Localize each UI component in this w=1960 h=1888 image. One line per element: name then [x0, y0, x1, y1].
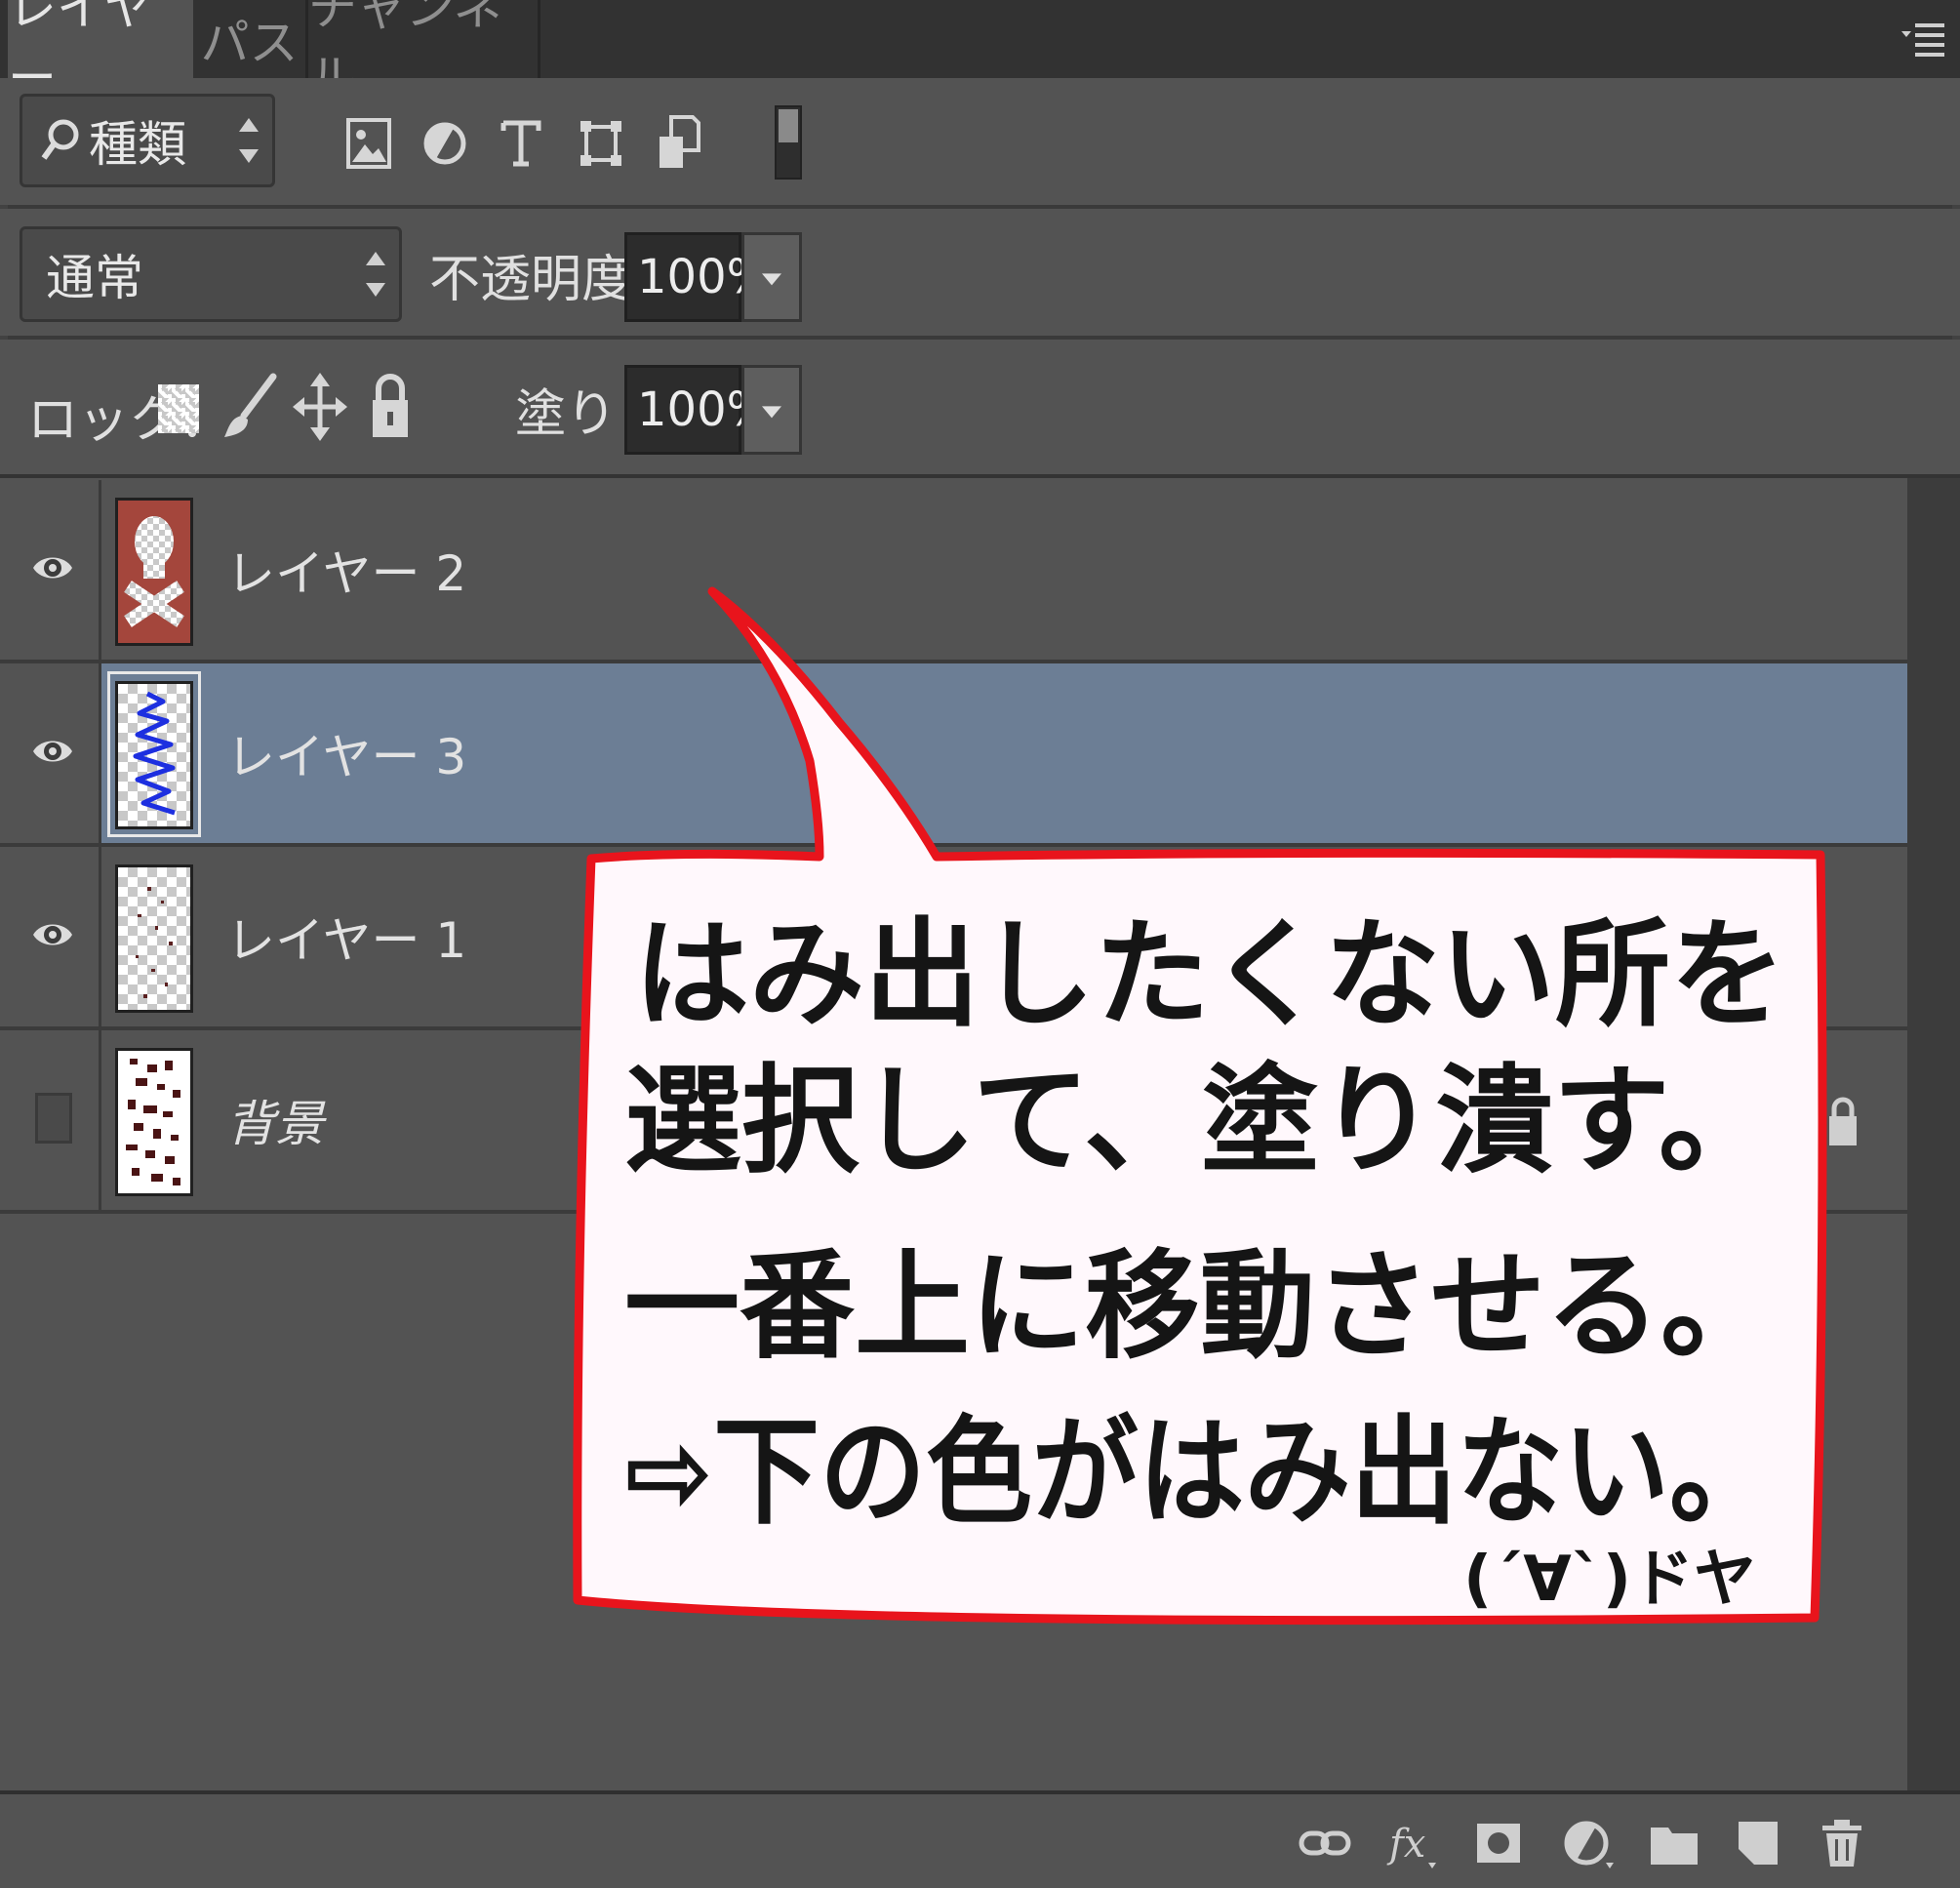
filter-kind-label: 種類	[89, 116, 186, 173]
filter-kind-select[interactable]: 種類	[20, 94, 275, 187]
adjustment-filter-icon[interactable]	[421, 117, 468, 170]
tab-channels[interactable]: チャンネル	[308, 0, 540, 106]
brown-texture-thumbnail-image	[126, 1059, 180, 1185]
panel-tab-bar: レイヤー パス チャンネル	[0, 0, 1960, 106]
layer-thumbnail	[115, 681, 193, 829]
smart-object-filter-icon[interactable]	[656, 113, 702, 172]
fill-input[interactable]: 100%	[624, 365, 771, 455]
type-filter-icon[interactable]	[498, 117, 544, 170]
layer-row-layer-1[interactable]: レイヤー 1	[0, 847, 1907, 1030]
layer-thumbnail	[115, 864, 193, 1013]
lock-all-icon[interactable]	[369, 371, 412, 441]
eye-icon[interactable]	[31, 730, 74, 773]
blend-row: 通常 不透明度： 100%	[0, 209, 1960, 336]
layer-row-layer-2[interactable]: レイヤー 2	[0, 480, 1907, 663]
opacity-dropdown-button[interactable]	[741, 232, 802, 322]
new-group-folder-icon[interactable]	[1647, 1816, 1701, 1870]
tab-layers[interactable]: レイヤー	[8, 0, 193, 106]
search-icon	[41, 119, 79, 160]
lock-position-icon[interactable]	[293, 373, 347, 441]
lock-image-pixels-icon[interactable]	[220, 373, 279, 441]
layer-thumbnail	[115, 1048, 193, 1196]
opacity-input[interactable]: 100%	[624, 232, 771, 322]
fx-layer-style-icon[interactable]: fx	[1385, 1816, 1440, 1870]
select-arrows-icon	[239, 118, 259, 163]
visibility-cell	[0, 847, 101, 1026]
layers-bottom-toolbar: fx	[0, 1790, 1960, 1888]
layer-thumbnail	[115, 498, 193, 646]
trash-delete-icon[interactable]	[1815, 1816, 1869, 1870]
new-layer-icon[interactable]	[1731, 1816, 1785, 1870]
lock-row: ロック： 塗り： 100%	[0, 340, 1960, 474]
select-arrows-icon	[366, 252, 385, 297]
filter-row: 種類	[0, 78, 1960, 205]
filter-toggle-switch[interactable]	[775, 105, 802, 180]
blend-mode-select[interactable]: 通常	[20, 226, 402, 322]
shape-filter-icon[interactable]	[578, 117, 624, 170]
eye-icon[interactable]	[31, 546, 74, 589]
visibility-cell	[0, 1030, 101, 1210]
add-mask-icon[interactable]	[1471, 1816, 1526, 1870]
svg-text:fx: fx	[1386, 1822, 1425, 1867]
layers-scrollbar[interactable]	[1907, 478, 1960, 1790]
lock-transparent-pixels-icon[interactable]	[158, 384, 199, 433]
tab-paths[interactable]: パス	[193, 0, 308, 78]
link-layers-icon[interactable]	[1298, 1816, 1352, 1870]
new-adjustment-layer-icon[interactable]	[1561, 1816, 1616, 1870]
layer-lock-icon	[1829, 1097, 1857, 1145]
image-filter-icon[interactable]	[345, 117, 392, 170]
eye-icon[interactable]	[31, 913, 74, 956]
lock-label: ロック：	[27, 391, 231, 450]
skull-crossbones-thumbnail-image	[124, 516, 184, 627]
layer-row-background[interactable]: 背景	[0, 1030, 1907, 1214]
layer-row-layer-3[interactable]: レイヤー 3	[0, 663, 1907, 847]
blue-scribble-thumbnail-image	[133, 691, 176, 816]
speckle-thumbnail-image	[136, 887, 173, 998]
visibility-cell	[0, 480, 101, 660]
layer-name[interactable]: レイヤー 2	[226, 480, 466, 660]
layer-name[interactable]: レイヤー 1	[226, 847, 466, 1026]
tab-paths-label: パス	[200, 15, 299, 71]
visibility-toggle-off[interactable]	[35, 1093, 72, 1144]
layer-name[interactable]: 背景	[226, 1030, 324, 1210]
filter-toggle-knob	[779, 109, 798, 142]
layer-name[interactable]: レイヤー 3	[226, 663, 466, 843]
panel-menu-icon[interactable]	[1900, 18, 1948, 60]
fill-dropdown-button[interactable]	[741, 365, 802, 455]
visibility-cell	[0, 663, 101, 843]
blend-mode-value: 通常	[46, 250, 143, 306]
